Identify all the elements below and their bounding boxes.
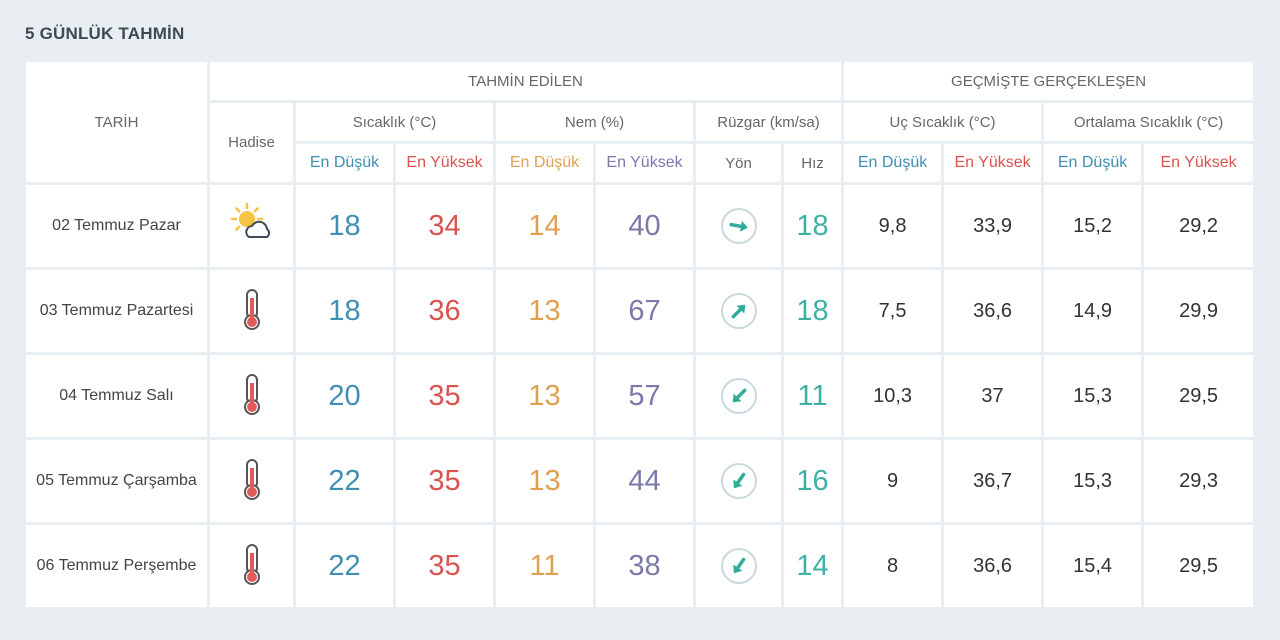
row-past-ext-high: 36,6	[944, 525, 1045, 610]
page-title: 5 GÜNLÜK TAHMİN	[25, 24, 185, 43]
row-temp-low: 18	[296, 270, 396, 355]
row-past-ext-low: 9	[844, 440, 945, 525]
row-past-ext-low: 10,3	[844, 355, 945, 440]
header-avg-high: En Yüksek	[1144, 144, 1254, 185]
header-hum-low: En Düşük	[496, 144, 596, 185]
row-hum-low: 13	[496, 270, 596, 355]
row-past-avg-high: 29,5	[1144, 355, 1254, 440]
row-past-ext-high: 36,6	[944, 270, 1045, 355]
row-temp-high: 35	[396, 440, 496, 525]
header-past-group: GEÇMİŞTE GERÇEKLEŞEN	[844, 62, 1254, 103]
row-past-avg-high: 29,3	[1144, 440, 1254, 525]
row-wind-direction	[696, 185, 784, 270]
row-hum-low: 13	[496, 355, 596, 440]
row-hum-low: 11	[496, 525, 596, 610]
row-temp-high: 35	[396, 355, 496, 440]
wind-arrow-southwest-icon	[720, 378, 757, 414]
thermometer-icon	[243, 288, 260, 330]
header-avg-low: En Düşük	[1044, 144, 1145, 185]
row-past-ext-low: 7,5	[844, 270, 945, 355]
row-hum-low: 14	[496, 185, 596, 270]
row-hum-high: 44	[596, 440, 696, 525]
row-hum-high: 38	[596, 525, 696, 610]
header-temperature: Sıcaklık (°C)	[296, 103, 496, 144]
header-ext-high: En Yüksek	[944, 144, 1045, 185]
row-wind-speed: 14	[784, 525, 845, 610]
row-date: 06 Temmuz Perşembe	[26, 525, 210, 610]
partly-cloudy-icon	[230, 202, 270, 238]
row-temp-low: 18	[296, 185, 396, 270]
row-past-avg-high: 29,5	[1144, 525, 1254, 610]
row-past-avg-low: 14,9	[1044, 270, 1145, 355]
row-wind-speed: 18	[784, 270, 845, 355]
row-temp-high: 35	[396, 525, 496, 610]
row-condition	[210, 525, 296, 610]
row-condition	[210, 270, 296, 355]
thermometer-icon	[243, 543, 260, 585]
row-past-ext-high: 36,7	[944, 440, 1045, 525]
row-hum-high: 57	[596, 355, 696, 440]
header-hum-high: En Yüksek	[596, 144, 696, 185]
header-condition: Hadise	[210, 103, 296, 185]
row-condition	[210, 185, 296, 270]
header-wind: Rüzgar (km/sa)	[696, 103, 845, 144]
row-date: 05 Temmuz Çarşamba	[26, 440, 210, 525]
row-hum-high: 67	[596, 270, 696, 355]
row-hum-high: 40	[596, 185, 696, 270]
header-humidity: Nem (%)	[496, 103, 696, 144]
row-date: 04 Temmuz Salı	[26, 355, 210, 440]
table-row: 05 Temmuz Çarşamba 22 35 13 44 16 9 36,7…	[26, 440, 1254, 525]
row-wind-direction	[696, 355, 784, 440]
row-condition	[210, 355, 296, 440]
table-row: 06 Temmuz Perşembe 22 35 11 38 14 8 36,6…	[26, 525, 1254, 610]
row-date: 02 Temmuz Pazar	[26, 185, 210, 270]
header-avg-temp: Ortalama Sıcaklık (°C)	[1044, 103, 1254, 144]
wind-arrow-southwest-icon	[720, 548, 757, 584]
row-temp-high: 36	[396, 270, 496, 355]
forecast-table: TARİH TAHMİN EDİLEN GEÇMİŞTE GERÇEKLEŞEN…	[26, 62, 1254, 610]
row-past-avg-low: 15,3	[1044, 355, 1145, 440]
row-temp-high: 34	[396, 185, 496, 270]
table-row: 03 Temmuz Pazartesi 18 36 13 67 18 7,5 3…	[26, 270, 1254, 355]
row-wind-speed: 18	[784, 185, 845, 270]
row-wind-direction	[696, 440, 784, 525]
header-ext-low: En Düşük	[844, 144, 945, 185]
thermometer-icon	[243, 458, 260, 500]
header-temp-low: En Düşük	[296, 144, 396, 185]
row-date: 03 Temmuz Pazartesi	[26, 270, 210, 355]
header-temp-high: En Yüksek	[396, 144, 496, 185]
row-hum-low: 13	[496, 440, 596, 525]
wind-arrow-east-icon	[720, 208, 757, 244]
row-past-ext-low: 8	[844, 525, 945, 610]
row-past-avg-low: 15,2	[1044, 185, 1145, 270]
wind-arrow-northeast-icon	[720, 293, 757, 329]
thermometer-icon	[243, 373, 260, 415]
row-past-ext-high: 37	[944, 355, 1045, 440]
row-past-ext-high: 33,9	[944, 185, 1045, 270]
row-past-avg-low: 15,4	[1044, 525, 1145, 610]
header-wind-direction: Yön	[696, 144, 784, 185]
row-wind-direction	[696, 525, 784, 610]
row-past-avg-low: 15,3	[1044, 440, 1145, 525]
row-temp-low: 22	[296, 440, 396, 525]
row-temp-low: 20	[296, 355, 396, 440]
header-date: TARİH	[26, 62, 210, 185]
row-wind-speed: 16	[784, 440, 845, 525]
table-row: 02 Temmuz Pazar 18 34 14 40 18 9,8 33,9 …	[26, 185, 1254, 270]
table-row: 04 Temmuz Salı 20 35 13 57 11 10,3 37 15…	[26, 355, 1254, 440]
row-past-avg-high: 29,2	[1144, 185, 1254, 270]
row-wind-direction	[696, 270, 784, 355]
row-wind-speed: 11	[784, 355, 845, 440]
wind-arrow-southwest-icon	[720, 463, 757, 499]
header-wind-speed: Hız	[784, 144, 845, 185]
header-extreme-temp: Uç Sıcaklık (°C)	[844, 103, 1045, 144]
row-past-avg-high: 29,9	[1144, 270, 1254, 355]
row-temp-low: 22	[296, 525, 396, 610]
header-forecast-group: TAHMİN EDİLEN	[210, 62, 845, 103]
row-past-ext-low: 9,8	[844, 185, 945, 270]
row-condition	[210, 440, 296, 525]
